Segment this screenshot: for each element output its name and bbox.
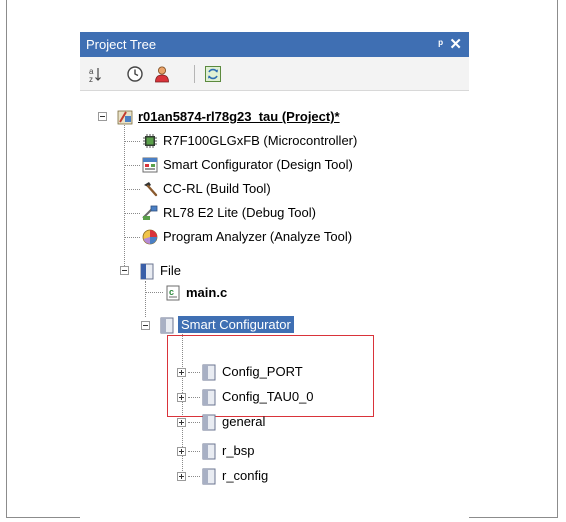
- tree-connector: [125, 237, 140, 238]
- tree-item-build-tool[interactable]: CC-RL (Build Tool): [141, 178, 421, 200]
- tree-item-config-tau[interactable]: Config_TAU0_0: [200, 386, 360, 408]
- tree-connector: [125, 165, 140, 166]
- folder-icon: [200, 442, 218, 460]
- folder-icon: [158, 316, 176, 334]
- tree-item-analyze-tool[interactable]: Program Analyzer (Analyze Tool): [141, 226, 441, 248]
- tree-item-config-port[interactable]: Config_PORT: [200, 361, 360, 383]
- close-icon[interactable]: ✕: [449, 35, 462, 53]
- tree-item-label: File: [160, 263, 181, 278]
- collapse-smart-configurator-toggle[interactable]: [141, 321, 150, 330]
- svg-text:c: c: [169, 287, 174, 297]
- tree-item-label: Config_TAU0_0: [222, 389, 314, 404]
- project-tree: r01an5874-rl78g23_tau (Project)* R7F100G…: [80, 91, 469, 519]
- tree-item-debug-tool[interactable]: RL78 E2 Lite (Debug Tool): [141, 202, 421, 224]
- folder-icon: [200, 363, 218, 381]
- panel-toolbar: a z: [80, 57, 469, 91]
- tree-connector: [125, 141, 140, 142]
- c-file-icon: c: [164, 284, 182, 302]
- expand-config-port-toggle[interactable]: [177, 368, 186, 377]
- pin-icon[interactable]: ᵖ: [438, 37, 443, 51]
- design-tool-icon: [141, 156, 159, 174]
- tree-connector: [146, 292, 163, 293]
- tree-item-microcontroller[interactable]: R7F100GLGxFB (Microcontroller): [141, 130, 421, 152]
- expand-r-config-toggle[interactable]: [177, 472, 186, 481]
- sort-icon[interactable]: a z: [86, 65, 104, 84]
- expand-config-tau-toggle[interactable]: [177, 393, 186, 402]
- tree-connector: [188, 422, 200, 423]
- expand-general-toggle[interactable]: [177, 418, 186, 427]
- user-icon[interactable]: [153, 65, 171, 83]
- tree-item-label: Config_PORT: [222, 364, 303, 379]
- collapse-file-toggle[interactable]: [120, 266, 129, 275]
- tree-connector: [125, 189, 140, 190]
- tree-item-general[interactable]: general: [200, 411, 360, 433]
- panel-title: Project Tree: [86, 37, 157, 52]
- svg-text:z: z: [89, 75, 93, 83]
- clock-icon[interactable]: [126, 65, 144, 83]
- tree-item-r-config[interactable]: r_config: [200, 465, 360, 487]
- refresh-icon[interactable]: [204, 65, 222, 83]
- tree-item-label: r_config: [222, 468, 269, 483]
- project-label: r01an5874-rl78g23_tau (Project)*: [138, 109, 340, 124]
- tree-item-r-bsp[interactable]: r_bsp: [200, 440, 360, 462]
- tree-item-smart-configurator[interactable]: Smart Configurator: [158, 314, 358, 336]
- chip-icon: [141, 132, 159, 150]
- tree-item-label: Smart Configurator (Design Tool): [163, 157, 353, 172]
- debugger-icon: [141, 204, 159, 222]
- collapse-project-toggle[interactable]: [98, 112, 107, 121]
- tree-item-project[interactable]: r01an5874-rl78g23_tau (Project)*: [116, 106, 416, 128]
- tree-item-label: CC-RL (Build Tool): [163, 181, 271, 196]
- folder-icon: [200, 467, 218, 485]
- tree-item-label: general: [222, 414, 266, 429]
- hammer-icon: [141, 180, 159, 198]
- folder-icon: [200, 388, 218, 406]
- tree-item-label: Program Analyzer (Analyze Tool): [163, 229, 353, 244]
- analyzer-icon: [141, 228, 159, 246]
- tree-item-label: r_bsp: [222, 443, 255, 458]
- panel-title-bar: Project Tree ᵖ ✕: [80, 32, 469, 57]
- toolbar-separator: [194, 65, 195, 83]
- project-icon: [116, 108, 134, 126]
- tree-connector: [188, 451, 200, 452]
- folder-icon: [200, 413, 218, 431]
- expand-r-bsp-toggle[interactable]: [177, 447, 186, 456]
- tree-item-design-tool[interactable]: Smart Configurator (Design Tool): [141, 154, 421, 176]
- tree-item-label: RL78 E2 Lite (Debug Tool): [163, 205, 316, 220]
- tree-connector: [125, 213, 140, 214]
- tree-item-label: Smart Configurator: [178, 316, 294, 333]
- project-tree-panel: Project Tree ᵖ ✕ a z r01an5874-rl78g23_t…: [80, 32, 469, 519]
- tree-item-file-folder[interactable]: File: [138, 260, 258, 282]
- tree-item-label: main.c: [186, 285, 228, 300]
- tree-item-main-c[interactable]: c main.c: [164, 282, 284, 304]
- tree-connector: [188, 476, 200, 477]
- tree-item-label: R7F100GLGxFB (Microcontroller): [163, 133, 358, 148]
- folder-icon: [138, 262, 156, 280]
- tree-connector: [145, 281, 146, 317]
